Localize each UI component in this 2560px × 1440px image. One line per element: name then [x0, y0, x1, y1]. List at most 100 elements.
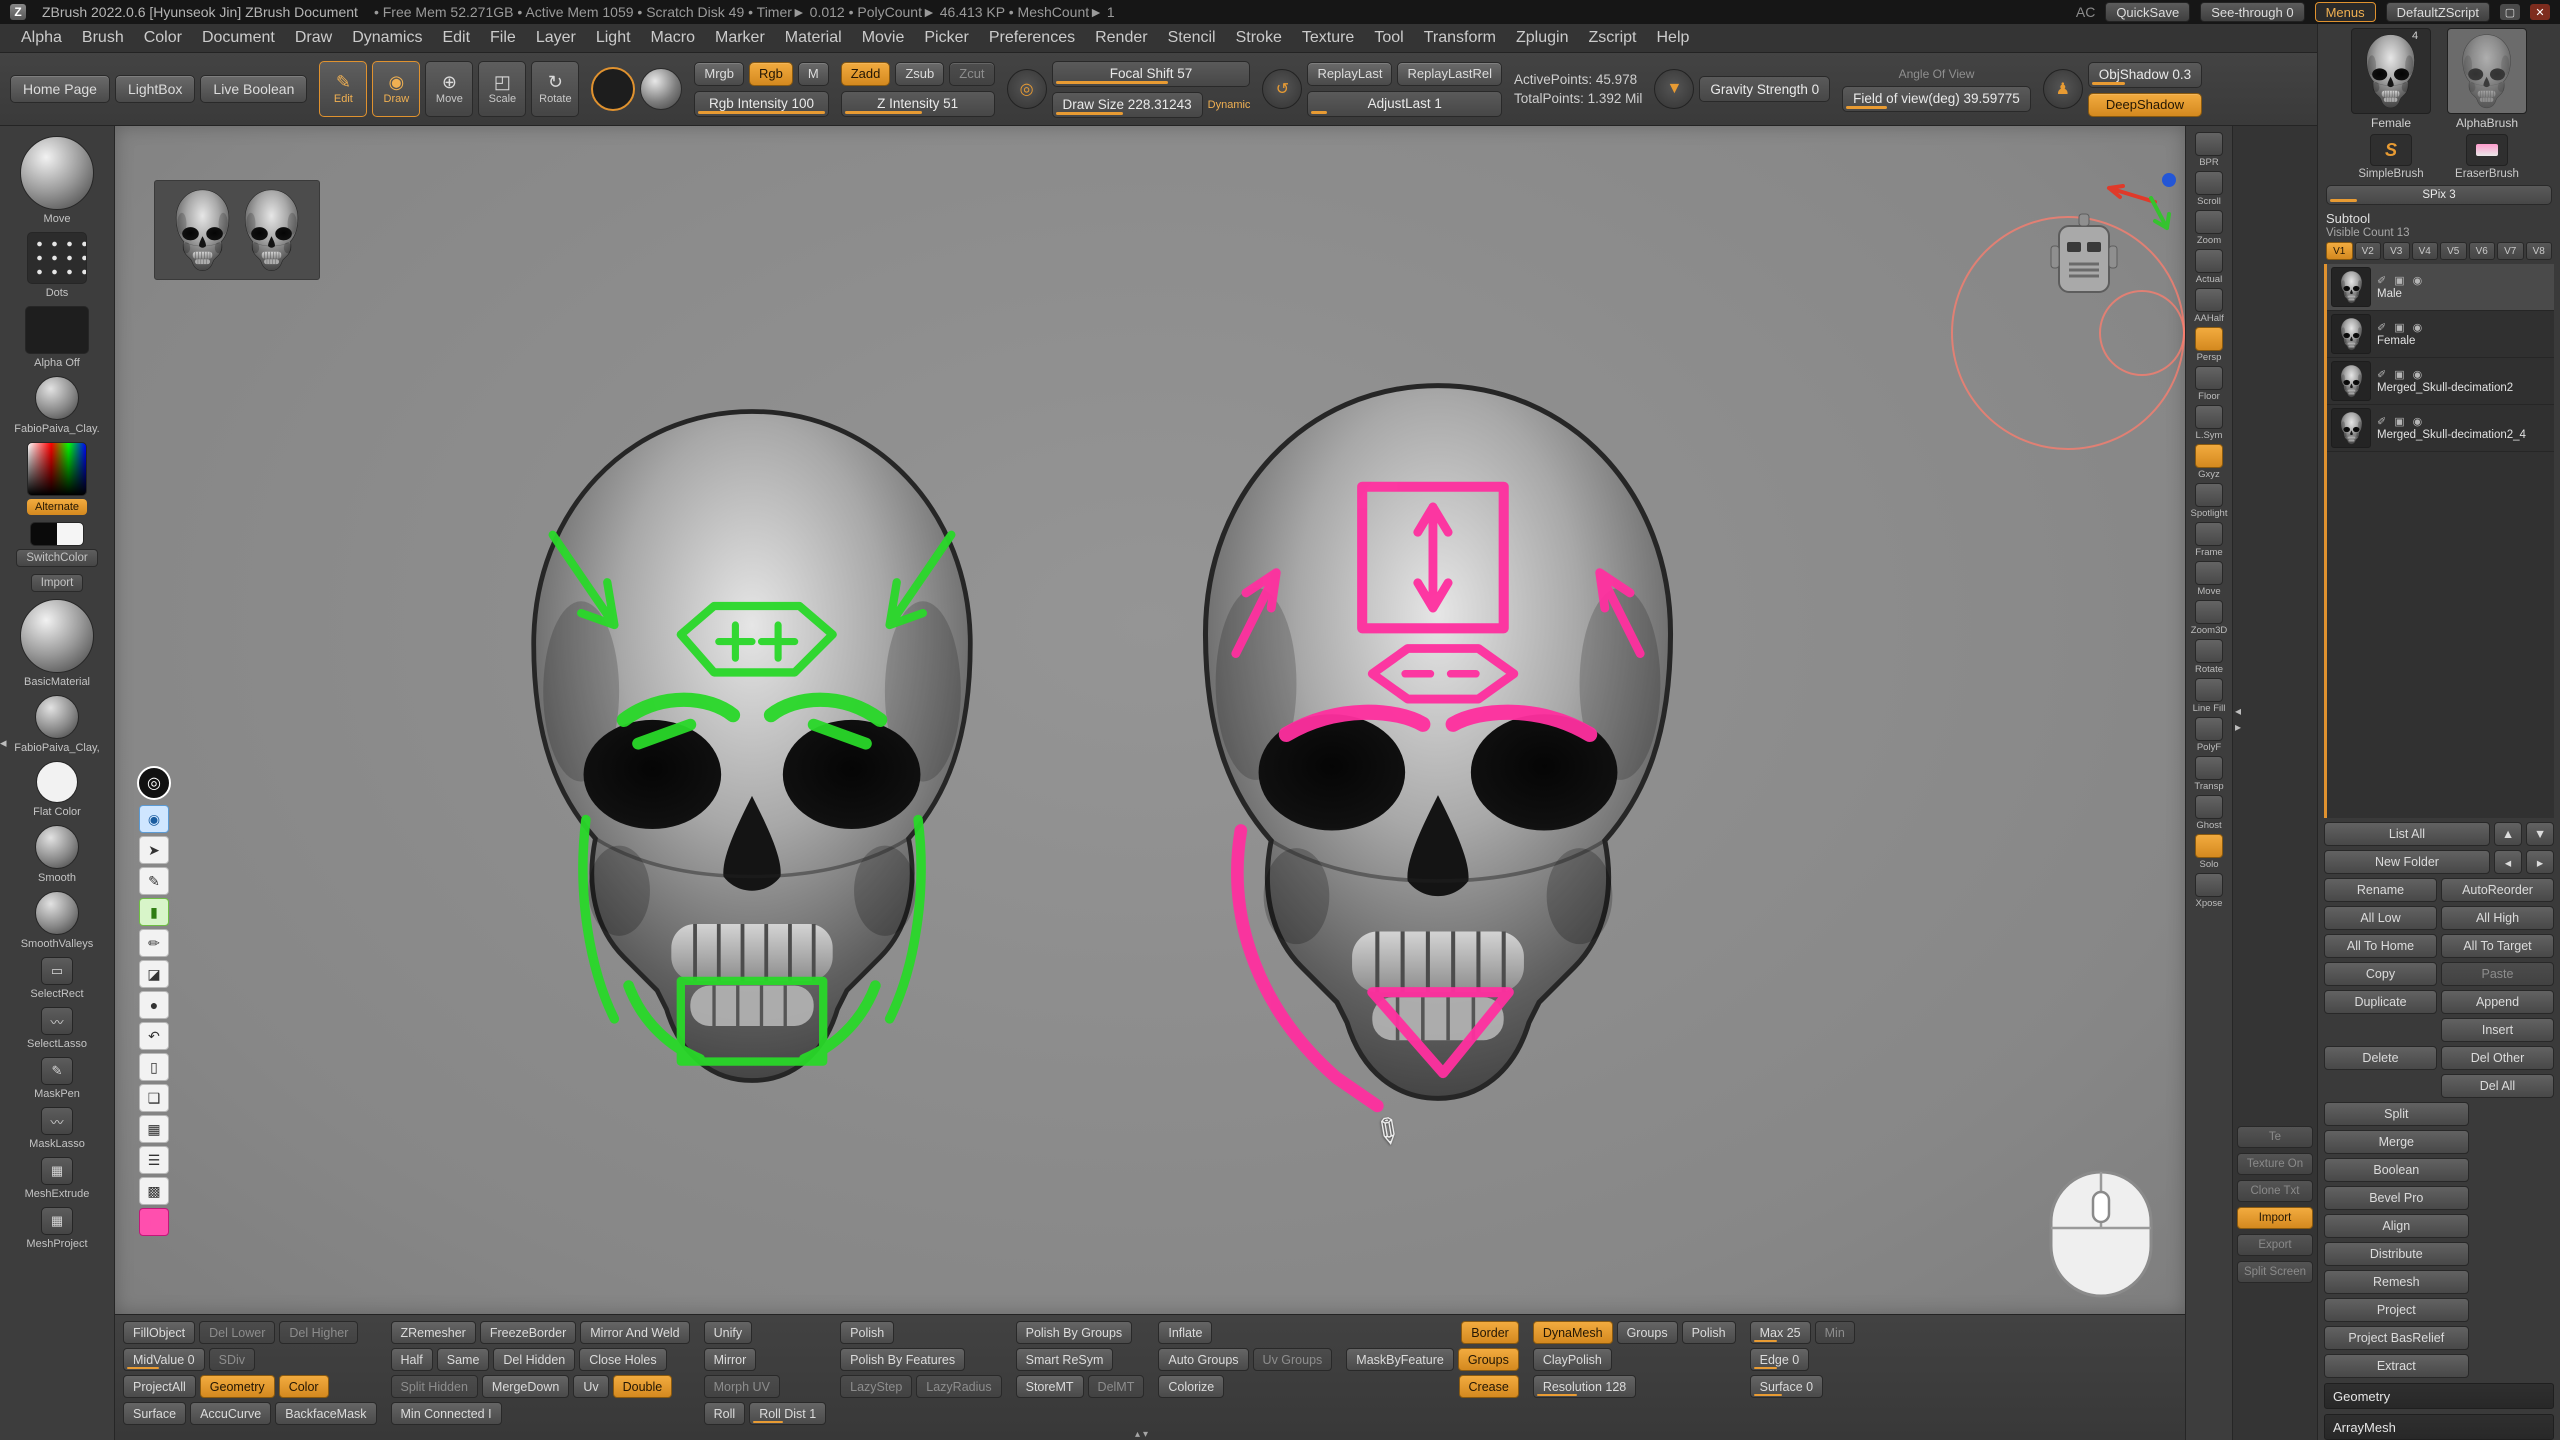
- home-page-button[interactable]: Home Page: [10, 75, 110, 103]
- menu-item[interactable]: Stencil: [1159, 27, 1225, 49]
- dock-resize-handle[interactable]: ▴▾: [1135, 1429, 1151, 1440]
- alpha-brush-thumbnail[interactable]: AlphaBrush: [2443, 28, 2531, 130]
- menu-item[interactable]: Render: [1086, 27, 1156, 49]
- polyframe-icon[interactable]: ▣: [2394, 368, 2404, 381]
- menu-item[interactable]: Color: [135, 27, 191, 49]
- subtool-row[interactable]: ✐ ▣ ◉ Male: [2327, 264, 2554, 311]
- current-stroke-icon[interactable]: [640, 68, 682, 110]
- subtool-action-button[interactable]: Bevel Pro: [2324, 1186, 2469, 1210]
- shelf-button[interactable]: Polish By Groups: [1016, 1321, 1133, 1344]
- subtool-action-button[interactable]: Del All: [2441, 1074, 2554, 1098]
- subtool-action-button[interactable]: All Low: [2324, 906, 2437, 930]
- spix-slider[interactable]: SPix 3: [2326, 185, 2552, 205]
- zadd-button[interactable]: Zadd: [841, 62, 891, 86]
- deep-shadow-button[interactable]: DeepShadow: [2088, 93, 2202, 117]
- right-shelf-button[interactable]: BPR: [2188, 132, 2230, 168]
- subtool-action-button[interactable]: Duplicate: [2324, 990, 2437, 1014]
- left-tray-item[interactable]: Smooth: [35, 825, 79, 884]
- shelf-button[interactable]: MergeDown: [482, 1375, 569, 1398]
- replay-icon[interactable]: ↺: [1262, 69, 1302, 109]
- right-shelf-button[interactable]: Zoom: [2188, 210, 2230, 246]
- pencil-icon[interactable]: ✏: [139, 929, 169, 957]
- menu-item[interactable]: Stroke: [1227, 27, 1291, 49]
- subtool-action-button[interactable]: Split: [2324, 1102, 2469, 1126]
- shelf-button[interactable]: Geometry: [200, 1375, 275, 1398]
- simple-brush-slot[interactable]: S SimpleBrush: [2347, 134, 2435, 180]
- texture-palette-button[interactable]: Clone Txt: [2237, 1180, 2313, 1202]
- menu-item[interactable]: File: [481, 27, 525, 49]
- shelf-button[interactable]: ClayPolish: [1533, 1348, 1612, 1371]
- subtool-action-button[interactable]: Distribute: [2324, 1242, 2469, 1266]
- subtool-row[interactable]: ✐ ▣ ◉ Merged_Skull-decimation2: [2327, 358, 2554, 405]
- shelf-button[interactable]: LazyStep: [840, 1375, 912, 1398]
- shelf-button[interactable]: Color: [279, 1375, 329, 1398]
- left-tray-item[interactable]: BasicMaterial: [20, 599, 94, 688]
- cursor-icon[interactable]: ➤: [139, 836, 169, 864]
- eraser-icon[interactable]: ◪: [139, 960, 169, 988]
- subtool-row[interactable]: ✐ ▣ ◉ Female: [2327, 311, 2554, 358]
- version-tab[interactable]: V7: [2497, 242, 2524, 260]
- replay-last-rel-button[interactable]: ReplayLastRel: [1397, 62, 1502, 86]
- shelf-button[interactable]: Colorize: [1158, 1375, 1224, 1398]
- subtool-action-button[interactable]: Del Other: [2441, 1046, 2554, 1070]
- shelf-button[interactable]: StoreMT: [1016, 1375, 1084, 1398]
- subtool-action-button[interactable]: All To Home: [2324, 934, 2437, 958]
- right-shelf-button[interactable]: Gxyz: [2188, 444, 2230, 480]
- subtool-action-button[interactable]: Rename: [2324, 878, 2437, 902]
- list-all-button[interactable]: List All: [2324, 822, 2490, 846]
- pen-icon[interactable]: ✎: [139, 867, 169, 895]
- right-shelf-button[interactable]: Actual: [2188, 249, 2230, 285]
- subtool-action-button[interactable]: Copy: [2324, 962, 2437, 986]
- right-shelf-button[interactable]: AAHalf: [2188, 288, 2230, 324]
- menu-item[interactable]: Zscript: [1579, 27, 1645, 49]
- menu-item[interactable]: Marker: [706, 27, 774, 49]
- subtool-action-button[interactable]: Paste: [2441, 962, 2554, 986]
- menu-item[interactable]: Layer: [527, 27, 585, 49]
- left-tray-item[interactable]: SelectRect: [30, 957, 83, 1000]
- texture-palette-button[interactable]: Texture On: [2237, 1153, 2313, 1175]
- undo-icon[interactable]: ↶: [139, 1022, 169, 1050]
- shelf-button[interactable]: BackfaceMask: [275, 1402, 376, 1425]
- arraymesh-palette-header[interactable]: ArrayMesh: [2324, 1414, 2554, 1440]
- pink-color-swatch[interactable]: ■: [139, 1208, 169, 1236]
- paintbrush-icon[interactable]: ✐: [2377, 274, 2386, 287]
- rgb-button[interactable]: Rgb: [749, 62, 793, 86]
- shelf-button[interactable]: Del Higher: [279, 1321, 358, 1344]
- shelf-button[interactable]: Surface: [123, 1402, 186, 1425]
- version-tab[interactable]: V5: [2440, 242, 2467, 260]
- menu-item[interactable]: Tool: [1365, 27, 1412, 49]
- version-tab[interactable]: V1: [2326, 242, 2353, 260]
- capture-icon[interactable]: ❑: [139, 1084, 169, 1112]
- shelf-button[interactable]: Del Lower: [199, 1321, 275, 1344]
- shelf-button[interactable]: Edge 0: [1750, 1348, 1810, 1371]
- subtool-action-button[interactable]: Align: [2324, 1214, 2469, 1238]
- quicksave-button[interactable]: QuickSave: [2105, 2, 2190, 22]
- shelf-button[interactable]: Close Holes: [579, 1348, 666, 1371]
- menu-item[interactable]: Texture: [1293, 27, 1363, 49]
- shelf-button[interactable]: Morph UV: [704, 1375, 780, 1398]
- shelf-button[interactable]: Uv Groups: [1253, 1348, 1333, 1371]
- shelf-button[interactable]: FillObject: [123, 1321, 195, 1344]
- menus-button[interactable]: Menus: [2315, 2, 2376, 22]
- left-tray-item[interactable]: Move: [20, 136, 94, 225]
- field-of-view-slider[interactable]: Field of view(deg) 39.59775: [1842, 86, 2031, 112]
- menu-item[interactable]: Macro: [642, 27, 704, 49]
- shelf-button[interactable]: Smart ReSym: [1016, 1348, 1114, 1371]
- shelf-button[interactable]: Del Hidden: [493, 1348, 575, 1371]
- menu-item[interactable]: Picker: [915, 27, 977, 49]
- mode-button[interactable]: ✎ Edit: [319, 61, 367, 117]
- left-tray-item[interactable]: Flat Color: [33, 761, 81, 818]
- subtool-action-button[interactable]: Project BasRelief: [2324, 1326, 2469, 1350]
- left-tray-item[interactable]: MeshProject: [26, 1207, 87, 1250]
- document-canvas[interactable]: ✎: [115, 126, 2185, 1314]
- right-shelf-button[interactable]: PolyF: [2188, 717, 2230, 753]
- shelf-button[interactable]: Roll Dist 1: [749, 1402, 826, 1425]
- version-tab[interactable]: V6: [2469, 242, 2496, 260]
- right-shelf-button[interactable]: Solo: [2188, 834, 2230, 870]
- right-shelf-button[interactable]: Scroll: [2188, 171, 2230, 207]
- trash-icon[interactable]: ▯: [139, 1053, 169, 1081]
- texture-palette-button[interactable]: Export: [2237, 1234, 2313, 1256]
- left-tray-item[interactable]: MaskPen: [34, 1057, 80, 1100]
- menu-item[interactable]: Movie: [853, 27, 914, 49]
- subtool-action-button[interactable]: Append: [2441, 990, 2554, 1014]
